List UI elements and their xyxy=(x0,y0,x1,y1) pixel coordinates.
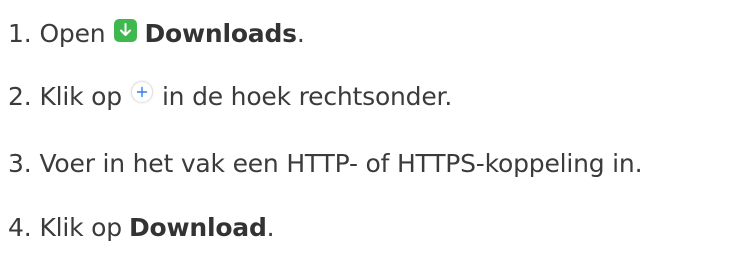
step-text: Klik op xyxy=(39,212,122,242)
step-2: 2. Klik op in de hoek rechtsonder. xyxy=(8,76,452,116)
step-number: 1. xyxy=(8,18,32,48)
step-text: Voer in het vak een HTTP- of HTTPS-koppe… xyxy=(39,148,643,178)
step-text: Klik op xyxy=(39,81,122,111)
downloads-app-icon xyxy=(114,18,138,42)
downloads-app-name: Downloads xyxy=(144,18,297,48)
step-3: 3. Voer in het vak een HTTP- of HTTPS-ko… xyxy=(8,143,643,183)
step-number: 4. xyxy=(8,212,32,242)
download-button-label: Download xyxy=(128,212,267,242)
step-number: 2. xyxy=(8,81,32,111)
step-punctuation: . xyxy=(296,18,305,48)
step-4: 4. Klik op Download . xyxy=(8,207,275,247)
plus-icon xyxy=(130,81,153,103)
step-punctuation: . xyxy=(266,212,275,242)
step-text-after: in de hoek rechtsonder. xyxy=(161,81,453,111)
step-number: 3. xyxy=(8,148,32,178)
step-1: 1. Open Downloads . xyxy=(8,13,305,53)
step-text: Open xyxy=(39,18,106,48)
